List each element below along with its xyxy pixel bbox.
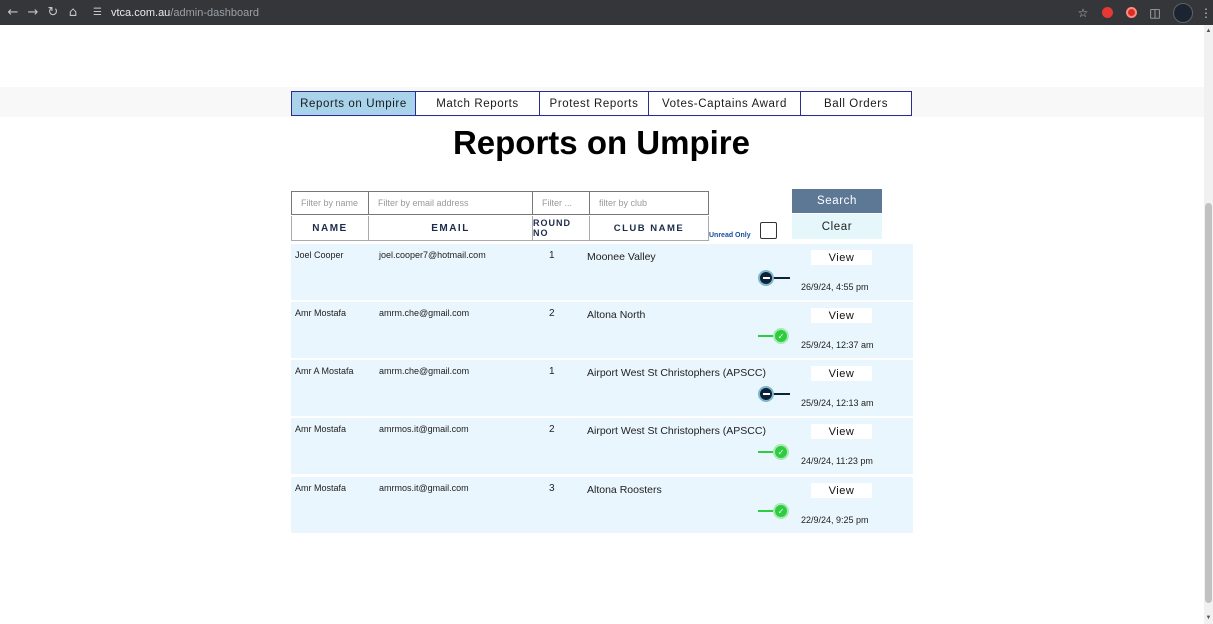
- read-status-toggle[interactable]: ✓: [758, 444, 790, 460]
- read-check-icon: ✓: [773, 444, 789, 460]
- address-bar[interactable]: ☰ vtca.com.au/admin-dashboard: [93, 0, 259, 25]
- row-club: Altona North: [587, 309, 646, 321]
- page-title: Reports on Umpire: [452, 124, 751, 161]
- table-row: Amr Mostafa amrm.che@gmail.com 2 Altona …: [291, 302, 913, 358]
- back-arrow-icon[interactable]: ←: [3, 3, 23, 23]
- scroll-thumb[interactable]: [1205, 203, 1212, 603]
- row-club: Altona Roosters: [587, 484, 662, 496]
- table-row: Joel Cooper joel.cooper7@hotmail.com 1 M…: [291, 244, 913, 300]
- bookmark-star-icon[interactable]: ☆: [1071, 3, 1095, 23]
- tab-protest-reports[interactable]: Protest Reports: [540, 91, 649, 116]
- row-round: 1: [549, 366, 555, 377]
- view-button[interactable]: View: [811, 308, 872, 323]
- row-round: 2: [549, 424, 555, 435]
- forward-arrow-icon[interactable]: →: [23, 3, 43, 23]
- url-path: /admin-dashboard: [170, 6, 259, 19]
- row-club: Airport West St Christophers (APSCC): [587, 367, 766, 379]
- report-tabs: Reports on Umpire Match Reports Protest …: [291, 91, 912, 116]
- tab-match-reports[interactable]: Match Reports: [416, 91, 540, 116]
- view-button[interactable]: View: [811, 483, 872, 498]
- row-email: amrm.che@gmail.com: [379, 308, 470, 318]
- view-button[interactable]: View: [811, 366, 872, 381]
- table-row: Amr A Mostafa amrm.che@gmail.com 1 Airpo…: [291, 360, 913, 416]
- row-email: amrmos.it@gmail.com: [379, 424, 469, 434]
- tab-votes-captains-award[interactable]: Votes-Captains Award: [649, 91, 801, 116]
- row-email: joel.cooper7@hotmail.com: [379, 250, 486, 260]
- row-round: 2: [549, 308, 555, 319]
- tab-reports-on-umpire[interactable]: Reports on Umpire: [291, 91, 416, 116]
- browser-toolbar: ← → ↻ ⌂ ☰ vtca.com.au/admin-dashboard ☆ …: [0, 0, 1213, 25]
- read-check-icon: ✓: [773, 503, 789, 519]
- site-settings-icon[interactable]: ☰: [93, 7, 107, 18]
- row-date: 26/9/24, 4:55 pm: [801, 282, 869, 292]
- page-scrollbar[interactable]: ▲ ▼: [1204, 25, 1213, 624]
- read-check-icon: ✓: [773, 328, 789, 344]
- name-filter-input[interactable]: Filter by name: [291, 191, 369, 215]
- row-club: Airport West St Christophers (APSCC): [587, 425, 766, 437]
- column-header-name: NAME: [291, 216, 369, 241]
- row-round: 3: [549, 483, 555, 494]
- scroll-down-arrow-icon[interactable]: ▼: [1205, 614, 1212, 622]
- home-icon[interactable]: ⌂: [63, 3, 83, 23]
- tab-ball-orders[interactable]: Ball Orders: [801, 91, 912, 116]
- unread-minus-icon: [758, 270, 774, 286]
- scroll-up-arrow-icon[interactable]: ▲: [1205, 27, 1212, 35]
- reload-icon[interactable]: ↻: [43, 3, 63, 23]
- row-club: Moonee Valley: [587, 251, 656, 263]
- unread-only-label: Unread Only: [709, 232, 751, 239]
- unread-only-checkbox[interactable]: [760, 222, 777, 239]
- view-button[interactable]: View: [811, 424, 872, 439]
- row-name: Joel Cooper: [295, 250, 344, 260]
- read-status-toggle[interactable]: [758, 270, 790, 286]
- table-row: Amr Mostafa amrmos.it@gmail.com 3 Altona…: [291, 477, 913, 533]
- clear-button[interactable]: Clear: [792, 214, 882, 239]
- column-header-club: CLUB NAME: [589, 216, 709, 241]
- unread-minus-icon: [758, 386, 774, 402]
- column-header-email: EMAIL: [368, 216, 533, 241]
- extension-icon-record[interactable]: [1119, 3, 1143, 23]
- extensions-puzzle-icon[interactable]: ◫: [1143, 3, 1167, 23]
- row-name: Amr Mostafa: [295, 308, 347, 318]
- row-name: Amr Mostafa: [295, 483, 347, 493]
- row-name: Amr A Mostafa: [295, 366, 354, 376]
- read-status-toggle[interactable]: ✓: [758, 503, 790, 519]
- url-host: vtca.com.au: [111, 6, 171, 19]
- row-date: 25/9/24, 12:37 am: [801, 340, 874, 350]
- round-filter-input[interactable]: Filter ...: [532, 191, 590, 215]
- club-filter-input[interactable]: filter by club: [589, 191, 709, 215]
- row-date: 22/9/24, 9:25 pm: [801, 515, 869, 525]
- extension-icon-red[interactable]: [1095, 3, 1119, 23]
- column-header-round: ROUND NO: [532, 216, 590, 241]
- profile-avatar[interactable]: [1173, 2, 1193, 23]
- read-status-toggle[interactable]: ✓: [758, 328, 790, 344]
- view-button[interactable]: View: [811, 250, 872, 265]
- browser-menu-icon[interactable]: ⋮: [1199, 3, 1213, 23]
- row-date: 25/9/24, 12:13 am: [801, 398, 874, 408]
- table-row: Amr Mostafa amrmos.it@gmail.com 2 Airpor…: [291, 418, 913, 474]
- row-email: amrmos.it@gmail.com: [379, 483, 469, 493]
- row-name: Amr Mostafa: [295, 424, 347, 434]
- row-round: 1: [549, 250, 555, 261]
- row-date: 24/9/24, 11:23 pm: [801, 456, 873, 466]
- read-status-toggle[interactable]: [758, 386, 790, 402]
- email-filter-input[interactable]: Filter by email address: [368, 191, 533, 215]
- row-email: amrm.che@gmail.com: [379, 366, 470, 376]
- search-button[interactable]: Search: [792, 189, 882, 213]
